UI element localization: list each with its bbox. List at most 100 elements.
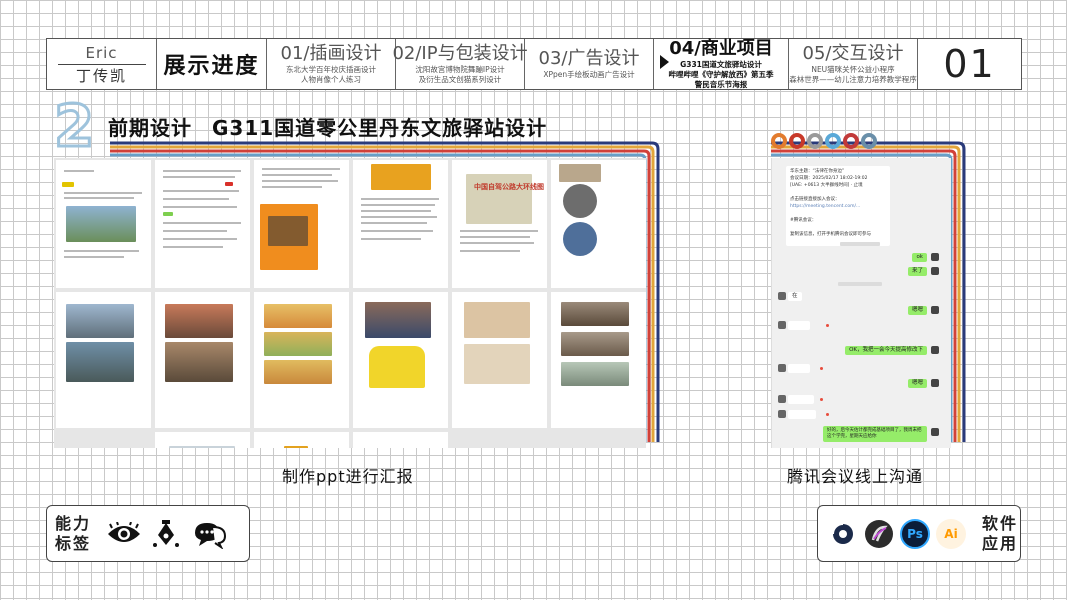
- document-page: [56, 160, 151, 288]
- painting-image: [165, 304, 233, 338]
- text-line: [361, 210, 431, 212]
- document-page: [254, 432, 349, 448]
- ring-shape: [843, 133, 859, 149]
- document-page: 中国自驾公路大环线图: [452, 160, 547, 288]
- avatar: [778, 292, 786, 300]
- red-dot: [826, 413, 829, 416]
- avatar: [778, 410, 786, 418]
- timestamp: [838, 282, 882, 286]
- text-line: [460, 242, 534, 244]
- yellow-sculpture: [369, 346, 425, 388]
- chat-bubble-out: 嗯嗯: [907, 379, 927, 388]
- text-line: [64, 197, 134, 199]
- chat-bubble-out: OK，我把一会今天提高修改下: [845, 346, 927, 355]
- procreate-icon: [864, 519, 894, 549]
- photoshop-icon: Ps: [900, 518, 930, 549]
- chat-bubble-in: [788, 410, 816, 419]
- medallion-image: [563, 222, 597, 256]
- text-line: [460, 236, 530, 238]
- building-photo: [66, 206, 136, 242]
- text-line: [361, 216, 437, 218]
- document-page: [551, 160, 646, 288]
- text-line: [163, 170, 241, 172]
- text-line: [163, 222, 241, 224]
- illustration-image: [264, 332, 332, 356]
- text-line: [262, 174, 332, 176]
- chat-bubble-in: [788, 395, 814, 404]
- map-title: 中国自驾公路大环线图: [474, 183, 544, 191]
- text-line: [163, 176, 235, 178]
- text-line: [361, 198, 439, 200]
- poster-graphic: [268, 216, 308, 246]
- invite-line: 华东主题：“法律在你身边”: [790, 168, 845, 175]
- avatar: [931, 253, 939, 261]
- timestamp: [840, 242, 880, 246]
- ring-shape: [807, 133, 823, 149]
- software-label: 软件 应用: [982, 514, 1020, 554]
- text-line: [64, 250, 139, 252]
- pen-nib-icon: [153, 519, 179, 547]
- text-line: [163, 198, 229, 200]
- text-line: [262, 168, 340, 170]
- avatar: [778, 321, 786, 329]
- avatar: [778, 364, 786, 372]
- text-line: [64, 256, 124, 258]
- grid-spacer: [452, 432, 547, 448]
- document-page: [254, 160, 349, 288]
- text-line: [262, 180, 338, 182]
- poster-banner: [371, 164, 431, 190]
- document-page-grid: 中国自驾公路大环线图: [54, 158, 646, 448]
- meeting-invite-message: 华东主题：“法律在你身边” 会议日期：2025/02/17 18:02-19:0…: [786, 166, 890, 246]
- ability-icons: [107, 519, 227, 549]
- avatar: [931, 346, 939, 354]
- highlight: [62, 182, 74, 187]
- poster-banner: [284, 446, 308, 448]
- map-image: [464, 344, 530, 384]
- document-page: [155, 292, 250, 428]
- document-page: [254, 292, 349, 428]
- text-line: [163, 238, 237, 240]
- painting-image: [66, 304, 134, 338]
- document-page: [353, 292, 448, 428]
- chat-bubble-out: 来了: [907, 267, 927, 276]
- highlight: [225, 182, 233, 186]
- illustrator-icon-text: Ai: [944, 526, 958, 541]
- painting-image: [165, 342, 233, 382]
- red-dot: [820, 398, 823, 401]
- invite-line: 点击链接直接加入会议：: [790, 196, 840, 203]
- chat-bubble-in: [788, 364, 810, 373]
- illustration-image: [264, 304, 332, 328]
- ability-label-line: 能力: [55, 513, 92, 533]
- avatar: [931, 379, 939, 387]
- photo-image: [561, 302, 629, 326]
- ring-shape: [771, 133, 787, 149]
- text-line: [460, 250, 520, 252]
- text-line: [262, 186, 322, 188]
- chat-bubble-in: [788, 321, 810, 330]
- photo-image: [561, 362, 629, 386]
- invite-line: 会议日期：2025/02/17 18:02-19:02: [790, 175, 868, 182]
- invite-line: [UAE: +0613 大半群线时间] · 止境: [790, 182, 863, 189]
- ring-shape: [825, 133, 841, 149]
- document-page: [155, 432, 250, 448]
- document-page: [452, 292, 547, 428]
- text-line: [163, 230, 227, 232]
- meeting-link[interactable]: https://meeting.tencent.com/...: [790, 203, 861, 210]
- painting-image: [66, 342, 134, 382]
- text-line: [64, 192, 142, 194]
- software-label-line: 应用: [982, 533, 1019, 553]
- car-photo: [365, 302, 431, 338]
- text-line: [163, 246, 223, 248]
- text-line: [361, 230, 433, 232]
- caption-ppt-report: 制作ppt进行汇报: [282, 467, 414, 486]
- red-dot: [820, 367, 823, 370]
- text-line: [163, 190, 239, 192]
- illustration-image: [264, 360, 332, 384]
- medallion-image: [559, 164, 601, 182]
- ability-tags-box: 能力 标签: [46, 505, 250, 562]
- chat-bubble-out: 嗯嗯: [907, 306, 927, 315]
- text-line: [64, 170, 94, 172]
- avatar: [931, 306, 939, 314]
- avatar: [778, 395, 786, 403]
- software-icons: Ps Ai: [828, 518, 966, 549]
